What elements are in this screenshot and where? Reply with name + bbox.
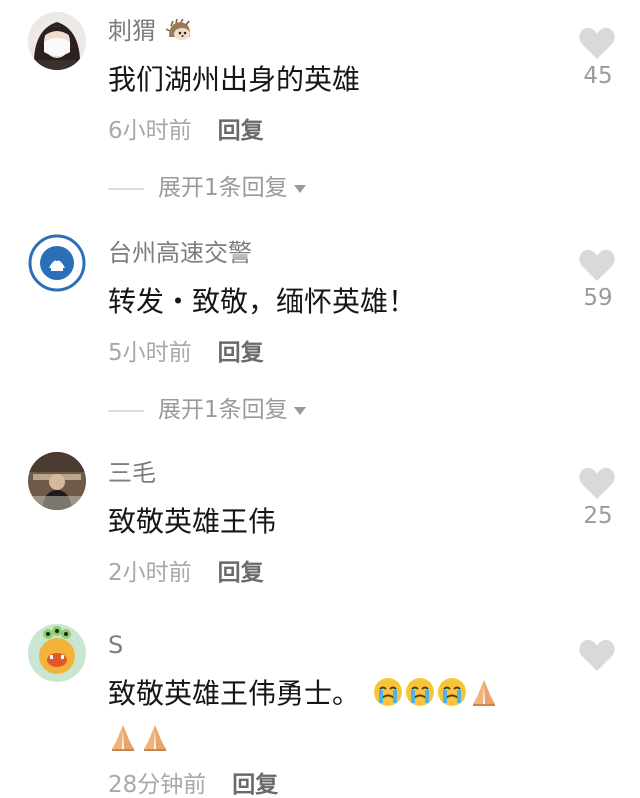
timestamp: 6小时前: [108, 118, 192, 144]
comment-text: 我们湖州出身的英雄: [108, 63, 361, 96]
comment-meta: 28分钟前 回复: [108, 770, 278, 798]
comment-meta: 5小时前 回复: [108, 338, 264, 368]
divider-line: [108, 409, 144, 412]
username[interactable]: S: [108, 630, 123, 660]
chevron-down-icon: [293, 184, 306, 193]
emoji-row: [373, 677, 501, 710]
chevron-down-icon: [293, 406, 306, 415]
timestamp: 2小时前: [108, 560, 192, 586]
like-count: 59: [583, 285, 613, 311]
crying-face-icon: [405, 678, 434, 706]
like-count: 45: [583, 63, 613, 89]
woman-with-mask-avatar-icon: [28, 12, 86, 70]
comment-text: 致敬英雄王伟勇士。: [108, 676, 501, 712]
cartoon-monster-avatar-icon: [28, 624, 86, 682]
username[interactable]: 三毛: [108, 458, 156, 488]
traffic-police-badge-avatar-icon: [28, 234, 86, 292]
praying-hands-icon: [112, 725, 134, 751]
crying-face-icon: [437, 678, 466, 706]
heart-icon[interactable]: [578, 248, 616, 282]
timestamp: 28分钟前: [108, 772, 207, 798]
comment-list: 刺猬 我们湖州出身的英雄 6小时前 回复 展开1条回复 45 台州高速交警 转发…: [0, 0, 640, 798]
avatar[interactable]: [28, 12, 86, 70]
username[interactable]: 刺猬: [108, 16, 192, 46]
timestamp: 5小时前: [108, 340, 192, 366]
comment-meta: 2小时前 回复: [108, 558, 264, 588]
heart-icon[interactable]: [578, 26, 616, 60]
hedgehog-icon: [165, 18, 190, 40]
emoji-row-2: [108, 722, 172, 752]
expand-replies-button[interactable]: 展开1条回复: [108, 173, 306, 203]
praying-hands-icon: [144, 725, 166, 751]
person-photo-avatar-icon: [28, 452, 86, 510]
crying-face-icon: [373, 678, 402, 706]
reply-button[interactable]: 回复: [218, 560, 264, 586]
avatar[interactable]: [28, 624, 86, 682]
reply-button[interactable]: 回复: [232, 772, 278, 798]
comment-text: 致敬英雄王伟: [108, 505, 277, 538]
expand-replies-button[interactable]: 展开1条回复: [108, 395, 306, 425]
comment-meta: 6小时前 回复: [108, 116, 264, 146]
avatar[interactable]: [28, 234, 86, 292]
praying-hands-icon: [472, 680, 495, 706]
reply-button[interactable]: 回复: [218, 340, 264, 366]
username[interactable]: 台州高速交警: [108, 238, 252, 268]
divider-line: [108, 187, 144, 190]
reply-button[interactable]: 回复: [218, 118, 264, 144]
heart-icon[interactable]: [578, 638, 616, 672]
avatar[interactable]: [28, 452, 86, 510]
comment-text: 转发・致敬，缅怀英雄！: [108, 285, 417, 318]
heart-icon[interactable]: [578, 466, 616, 500]
like-count: 25: [583, 503, 613, 529]
